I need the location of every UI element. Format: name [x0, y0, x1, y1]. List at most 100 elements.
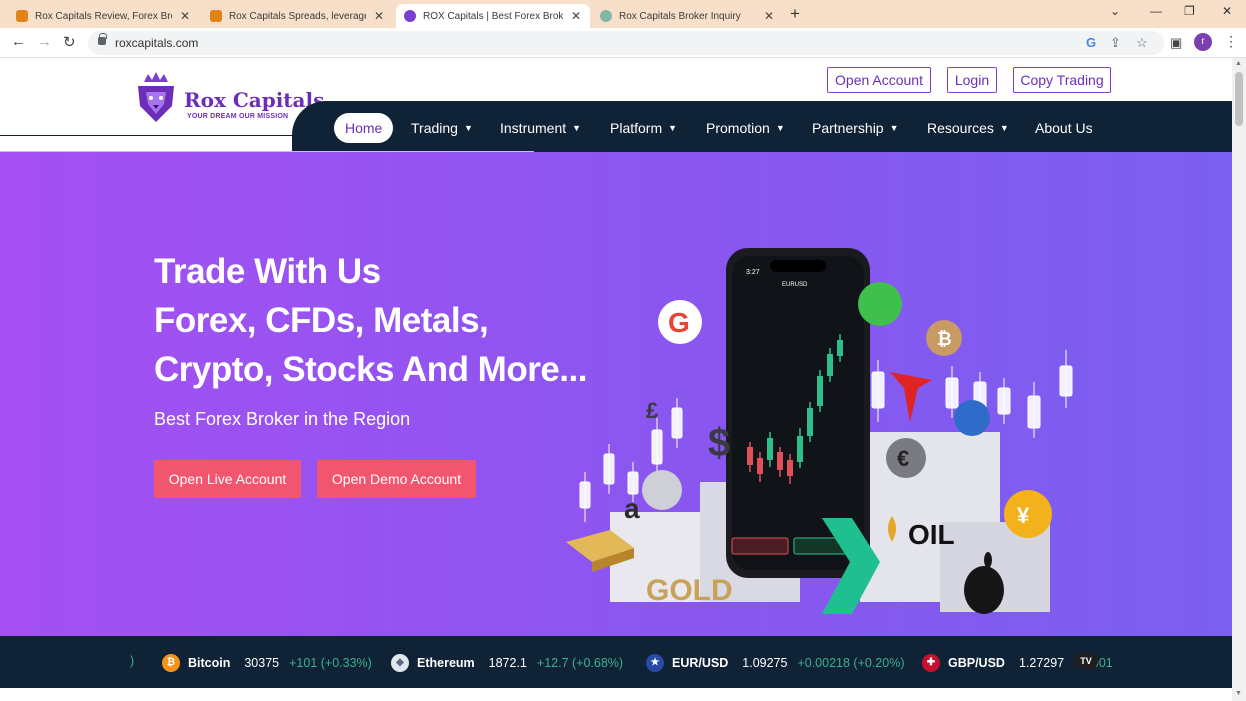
- phone-pair-text: EURUSD: [782, 282, 808, 288]
- nav-about-us[interactable]: About Us: [1035, 113, 1093, 143]
- open-account-button[interactable]: Open Account: [827, 67, 931, 93]
- page-scrollbar[interactable]: [1232, 58, 1246, 701]
- scrollbar-thumb[interactable]: [1235, 72, 1243, 126]
- google-lens-icon[interactable]: G: [1086, 35, 1096, 50]
- browser-tab-active[interactable]: ROX Capitals | Best Forex Broker ✕: [396, 4, 590, 28]
- close-tab-icon[interactable]: ✕: [571, 9, 581, 23]
- ticker-item-eurusd[interactable]: ★ EUR/USD 1.09275 +0.00218 (+0.20%): [646, 654, 904, 672]
- nav-trading[interactable]: Trading ▼: [411, 113, 473, 143]
- tradingview-badge-icon[interactable]: TV: [1074, 653, 1098, 669]
- ticker-price: 1.09275: [742, 656, 788, 670]
- chevron-down-icon: ▼: [775, 123, 785, 133]
- nav-label: Trading: [411, 120, 458, 136]
- nav-label: Resources: [927, 120, 994, 136]
- close-tab-icon[interactable]: ✕: [764, 9, 774, 23]
- ticker-name: Ethereum: [417, 656, 475, 670]
- ticker-fragment: ): [130, 654, 135, 668]
- ticker-change: +101 (+0.33%): [289, 656, 372, 670]
- open-demo-account-button[interactable]: Open Demo Account: [317, 460, 476, 498]
- phone-clock-text: 3:27: [746, 269, 760, 276]
- ticker-change: +12.7 (+0.68%): [536, 656, 624, 670]
- shield-favicon-icon: [404, 10, 416, 22]
- nav-label: Platform: [610, 120, 663, 136]
- header-divider: [0, 135, 300, 136]
- price-ticker: ) ₿ Bitcoin 30375 +101 (+0.33%) ◆ Ethere…: [0, 636, 1232, 688]
- close-window-button[interactable]: ✕: [1222, 4, 1232, 18]
- ticker-price: 30375: [244, 656, 280, 670]
- uk-us-flag-icon: ✚: [922, 654, 940, 672]
- maximize-window-button[interactable]: ❐: [1184, 4, 1195, 18]
- site-header: Rox Capitals YOUR DREAM OUR MISSION Open…: [0, 58, 1232, 154]
- oil-label-text: OIL: [908, 519, 955, 550]
- page-below-fold: [0, 688, 1232, 701]
- nav-promotion[interactable]: Promotion ▼: [706, 113, 785, 143]
- bookmark-star-icon[interactable]: ☆: [1136, 35, 1148, 51]
- hero-headline-line-2: Forex, CFDs, Metals,: [154, 301, 489, 340]
- lion-crown-logo-icon[interactable]: [134, 72, 178, 124]
- new-tab-button[interactable]: +: [790, 4, 800, 24]
- browser-tab-bar: Rox Capitals Review, Forex Broker ✕ Rox …: [0, 0, 1246, 28]
- tab-title: Rox Capitals Broker Inquiry: [619, 10, 741, 22]
- globe-favicon-icon: [600, 10, 612, 22]
- nav-home[interactable]: Home: [334, 113, 394, 143]
- ticker-name: Bitcoin: [188, 656, 231, 670]
- nav-platform[interactable]: Platform ▼: [610, 113, 677, 143]
- ticker-item-bitcoin[interactable]: ₿ Bitcoin 30375 +101 (+0.33%): [162, 654, 372, 672]
- chevron-down-icon: ▼: [889, 123, 899, 133]
- close-tab-icon[interactable]: ✕: [180, 9, 190, 23]
- svg-text:£: £: [646, 398, 659, 423]
- reload-icon[interactable]: ↻: [63, 33, 76, 51]
- nav-label: Instrument: [500, 120, 567, 136]
- eu-us-flag-icon: ★: [646, 654, 664, 672]
- nav-partnership[interactable]: Partnership ▼: [812, 113, 899, 143]
- scroll-up-icon[interactable]: ▲: [1235, 60, 1242, 67]
- back-arrow-icon[interactable]: ←: [11, 33, 26, 50]
- bitcoin-icon: ₿: [162, 654, 180, 672]
- minimize-window-button[interactable]: —: [1150, 4, 1162, 18]
- main-navigation: Home Trading ▼ Instrument ▼ Platform ▼ Prom…: [292, 101, 1232, 152]
- browser-toolbar: ← → ↻ roxcapitals.com G ⇪ ☆ ▣ r ⋮: [0, 28, 1246, 58]
- browser-tab[interactable]: Rox Capitals Spreads, leverage, m ✕: [202, 4, 392, 28]
- nav-label: Promotion: [706, 120, 770, 136]
- site-favicon-icon: [210, 10, 222, 22]
- svg-text:$: $: [708, 421, 730, 465]
- scroll-down-icon[interactable]: ▼: [1235, 690, 1242, 697]
- ticker-change: +0.00218 (+0.20%): [797, 656, 905, 670]
- hero-section: Trade With Us Forex, CFDs, Metals, Crypt…: [0, 152, 1232, 636]
- ticker-item-ethereum[interactable]: ◆ Ethereum 1872.1 +12.7 (+0.68%): [391, 654, 623, 672]
- chevron-down-icon: ▼: [463, 123, 473, 133]
- svg-text:a: a: [624, 493, 640, 524]
- lock-icon: [98, 33, 107, 45]
- ethereum-icon: ◆: [391, 654, 409, 672]
- chevron-down-icon: ▼: [999, 123, 1009, 133]
- browser-tab[interactable]: Rox Capitals Review, Forex Broker ✕: [8, 4, 198, 28]
- side-panel-icon[interactable]: ▣: [1170, 35, 1182, 51]
- url-text[interactable]: roxcapitals.com: [115, 36, 198, 50]
- copy-trading-button[interactable]: Copy Trading: [1013, 67, 1111, 93]
- svg-text:G: G: [668, 307, 690, 338]
- ticker-name: GBP/USD: [948, 656, 1005, 670]
- nav-resources[interactable]: Resources ▼: [927, 113, 1009, 143]
- ticker-price: 1.27297: [1018, 656, 1065, 670]
- svg-text:¥: ¥: [1017, 503, 1030, 528]
- tab-title: Rox Capitals Review, Forex Broker: [35, 10, 172, 22]
- ticker-price: 1872.1: [488, 656, 527, 670]
- site-favicon-icon: [16, 10, 28, 22]
- login-button[interactable]: Login: [947, 67, 997, 93]
- brand-tagline: YOUR DREAM OUR MISSION: [187, 113, 289, 120]
- hero-headline-line-1: Trade With Us: [154, 252, 381, 291]
- menu-kebab-icon[interactable]: ⋮: [1224, 33, 1238, 50]
- address-bar[interactable]: roxcapitals.com G ⇪ ☆: [88, 31, 1164, 55]
- nav-instrument[interactable]: Instrument ▼: [500, 113, 581, 143]
- svg-text:€: €: [897, 446, 909, 471]
- trading-illustration: 3:27 EURUSD G ₿ € ¥ a $ £ GOLD OIL: [566, 248, 1073, 614]
- tab-search-icon[interactable]: ⌄: [1110, 4, 1120, 18]
- close-tab-icon[interactable]: ✕: [374, 9, 384, 23]
- share-icon[interactable]: ⇪: [1110, 35, 1121, 51]
- nav-label: About Us: [1035, 120, 1093, 136]
- ticker-name: EUR/USD: [672, 656, 729, 670]
- profile-avatar[interactable]: r: [1194, 33, 1212, 51]
- forward-arrow-icon[interactable]: →: [37, 33, 52, 50]
- open-live-account-button[interactable]: Open Live Account: [154, 460, 301, 498]
- browser-tab[interactable]: Rox Capitals Broker Inquiry ✕: [592, 4, 782, 28]
